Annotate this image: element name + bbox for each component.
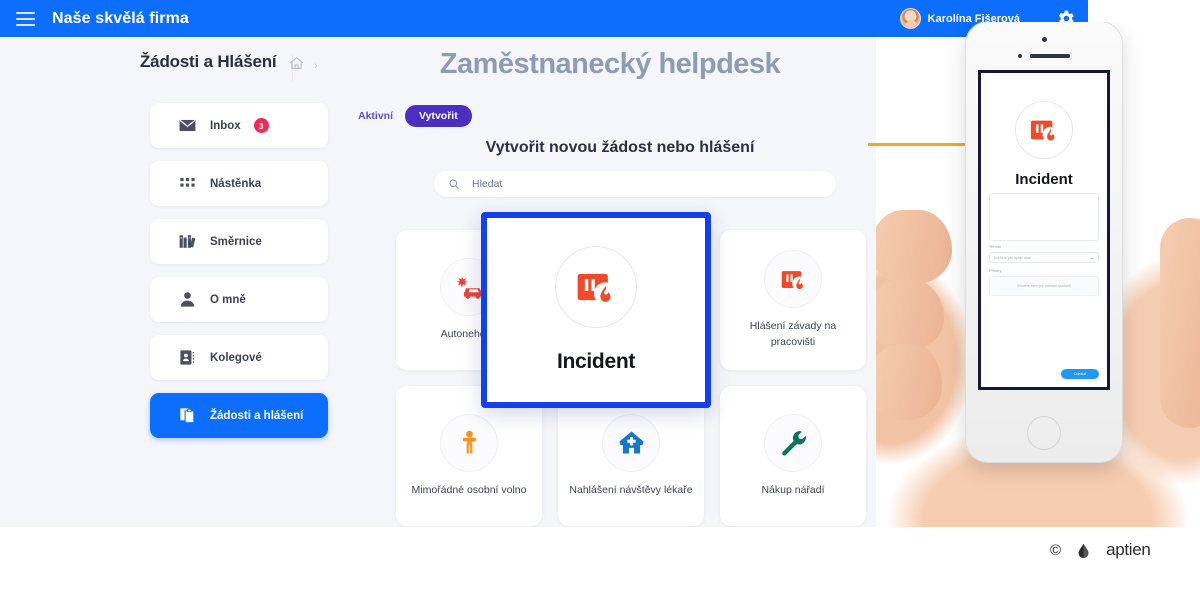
highlighted-incident-card[interactable]: Incident [481,212,711,408]
phone-speaker-icon [1030,54,1070,58]
tile-hlaseni-zavady[interactable]: Hlášení závady na pracovišti [720,230,866,370]
phone-incident-icon-wrap [1015,101,1073,159]
sidebar-item-label: O mně [210,293,246,306]
phone-field-placeholder: Klikněte sem pro nahrání souborů [1017,284,1071,288]
status-badge: 3 [253,118,269,133]
section-title: Vytvořit novou žádost nebo hlášení [485,139,755,156]
phone-device: Incident Termín Klikněte pro výběr data … [966,22,1122,462]
person-arms-up-icon [462,431,476,454]
tile-label: Nákup nářadí [761,483,825,496]
phone-field-label: Přílohy [989,269,1002,273]
app-brand-title: Naše skvělá firma [52,9,189,27]
search-placeholder: Hledat [472,178,503,190]
tab-bar: Aktivní Vytvořit [358,105,472,127]
incident-fire-icon [781,270,807,291]
incident-fire-icon [1030,120,1059,143]
sidebar-item-smernice[interactable]: Směrnice [150,219,328,264]
highlight-icon-wrap [555,246,637,328]
breadcrumb: › [288,55,318,77]
sidebar-item-o-mne[interactable]: O mně [150,277,328,322]
clipboard-copy-icon [178,406,197,425]
tab-aktivni[interactable]: Aktivní [358,110,393,122]
footer: © aptien [1050,540,1151,560]
breadcrumb-separator: › [314,60,318,72]
phone-screen-title: Incident [1015,171,1073,188]
search-icon [449,179,459,189]
tile-label: Hlášení závady na pracovišti [749,320,837,348]
highlight-label: Incident [556,350,636,373]
search-input[interactable]: Hledat [434,171,836,197]
phone-mockup: Incident Termín Klikněte pro výběr data … [876,22,1200,527]
sidebar-item-label: Nástěnka [210,177,262,190]
finger [876,280,944,350]
sidebar-item-label: Směrnice [210,235,262,248]
aptien-logo-text: aptien [1106,540,1151,559]
phone-date-input[interactable]: Klikněte pro výběr data [989,252,1099,263]
aptien-logo-icon [1075,542,1092,559]
tab-vytvorit[interactable]: Vytvořit [405,105,472,127]
chevron-down-icon [1090,256,1094,259]
incident-fire-icon [577,273,617,305]
page-title: Zaměstnanecký helpdesk [439,48,781,80]
screenshot-root: Naše skvělá firma Karolína Fišerová Žádo… [0,0,1200,593]
tile-icon-wrap [440,413,498,472]
books-icon [178,232,197,251]
finger [876,344,942,420]
tile-icon-wrap [764,250,822,309]
phone-screen: Incident Termín Klikněte pro výběr data … [978,70,1110,390]
phone-submit-button[interactable]: Odeslat [1061,369,1099,379]
finger [876,210,952,284]
phone-attachment-dropzone[interactable]: Klikněte sem pro nahrání souborů [989,276,1099,296]
phone-sensor-icon [1018,54,1022,58]
medical-house-icon [619,431,643,454]
sidebar-item-label: Žádosti a hlášení [210,409,304,422]
sidebar-nav: Inbox 3 Nástěnka Směrnice O mně Kolegové… [150,103,328,438]
person-icon [178,290,197,309]
phone-submit-label: Odeslat [1073,372,1087,376]
phone-home-button[interactable] [1027,416,1061,450]
home-icon[interactable] [288,55,305,77]
tile-icon-wrap [602,413,660,472]
phone-camera-icon [1041,37,1047,42]
tile-label: Nahlášení návštěvy lékaře [569,483,693,496]
thumb [1160,218,1200,428]
tile-nakup-naradi[interactable]: Nákup nářadí [720,386,866,526]
envelope-icon [178,116,197,135]
tile-icon-wrap [764,413,822,472]
phone-description-field[interactable] [989,193,1099,241]
sidebar-item-label: Inbox [210,119,241,132]
sidebar-item-inbox[interactable]: Inbox 3 [150,103,328,148]
car-crash-icon [456,276,483,300]
copyright-symbol: © [1050,541,1062,559]
sidebar-item-kolegove[interactable]: Kolegové [150,335,328,380]
tile-label: Mimořádné osobní volno [411,483,527,496]
sidebar-item-label: Kolegové [210,351,262,364]
hamburger-icon[interactable] [8,5,42,33]
phone-field-label: Termín [989,245,1002,249]
phone-field-placeholder: Klikněte pro výběr data [994,255,1031,260]
sidebar-item-nastenka[interactable]: Nástěnka [150,161,328,206]
grid-dots-icon [178,174,197,193]
wrench-icon [781,431,806,456]
contact-card-icon [178,348,197,367]
sidebar-item-zadosti-a-hlaseni[interactable]: Žádosti a hlášení [150,393,328,438]
